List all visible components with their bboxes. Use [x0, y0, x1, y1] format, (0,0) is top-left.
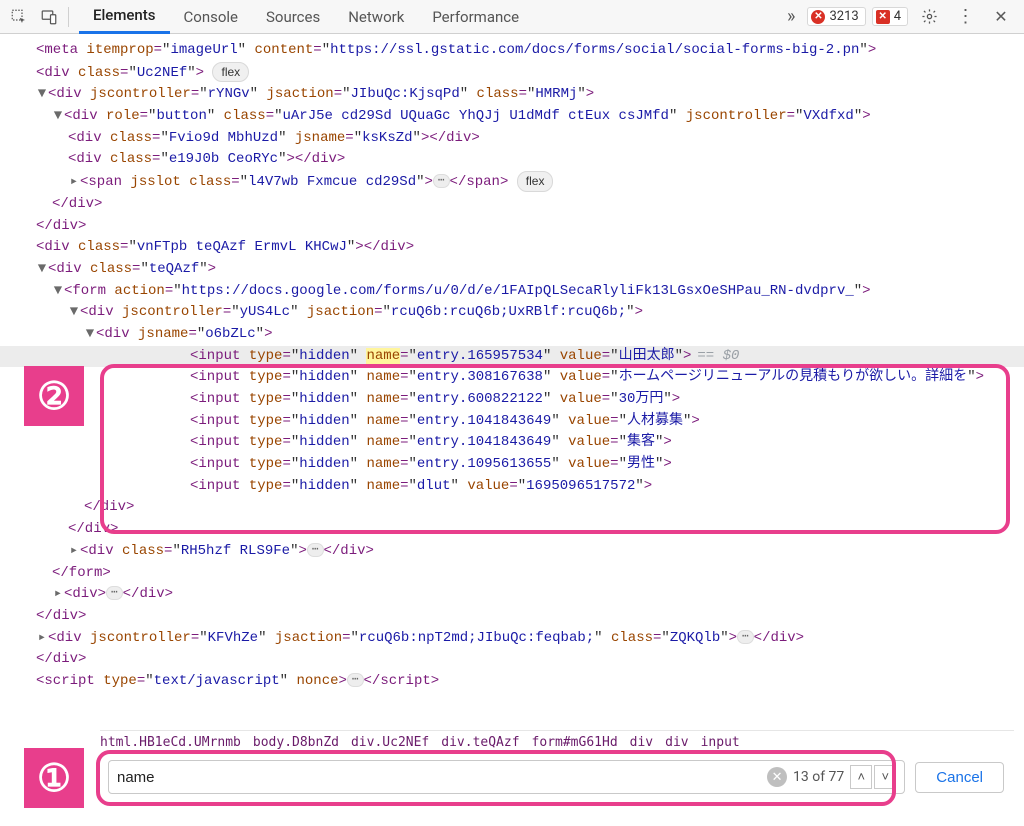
elements-dom-tree[interactable]: <meta itemprop="imageUrl" content="https… — [0, 34, 1024, 693]
dom-node[interactable]: ▼<div role="button" class="uArJ5e cd29Sd… — [0, 106, 1024, 128]
dom-node-close[interactable]: </div> — [0, 216, 1024, 238]
inspect-icon[interactable] — [4, 3, 34, 31]
dom-node-input[interactable]: <input type="hidden" name="entry.1041843… — [0, 411, 1024, 433]
dom-node[interactable]: <div class="e19J0b CeoRYc"></div> — [0, 149, 1024, 171]
devtools-toolbar: Elements Console Sources Network Perform… — [0, 0, 1024, 34]
warn-icon: ✕ — [876, 10, 890, 24]
more-tabs-button[interactable]: » — [781, 6, 801, 27]
search-box: ✕ 13 of 77 ˄ ˅ — [108, 760, 905, 794]
panel-tabs: Elements Console Sources Network Perform… — [79, 0, 533, 34]
dom-node[interactable]: ▼<form action="https://docs.google.com/f… — [0, 281, 1024, 303]
dom-node-close[interactable]: </div> — [0, 519, 1024, 541]
dom-breadcrumb[interactable]: html.HB1eCd.UMrnmbbody.D8bnZddiv.Uc2NEfd… — [100, 730, 1014, 750]
dom-node[interactable]: <div class="Uc2NEf"> flex — [0, 62, 1024, 85]
dom-node-input[interactable]: <input type="hidden" name="dlut" value="… — [0, 476, 1024, 498]
kebab-menu-icon[interactable]: ⋮ — [950, 3, 980, 31]
tab-performance[interactable]: Performance — [418, 0, 533, 34]
dom-node[interactable]: <meta itemprop="imageUrl" content="https… — [0, 40, 1024, 62]
dom-node-input[interactable]: <input type="hidden" name="entry.6008221… — [0, 389, 1024, 411]
dom-node[interactable]: <div class="Fvio9d MbhUzd" jsname="ksKsZ… — [0, 128, 1024, 150]
dom-node-input[interactable]: <input type="hidden" name="entry.1659575… — [0, 346, 1024, 368]
dom-node-input[interactable]: <input type="hidden" name="entry.1095613… — [0, 454, 1024, 476]
tab-sources[interactable]: Sources — [252, 0, 334, 34]
dom-node[interactable]: ▼<div jsname="o6bZLc"> — [0, 324, 1024, 346]
dom-node-input[interactable]: <input type="hidden" name="entry.1041843… — [0, 432, 1024, 454]
search-next-button[interactable]: ˅ — [874, 765, 896, 789]
dom-node-close[interactable]: </form> — [0, 563, 1024, 585]
search-cancel-button[interactable]: Cancel — [915, 762, 1004, 793]
warn-count: 4 — [894, 9, 901, 24]
device-toggle-icon[interactable] — [34, 3, 64, 31]
tab-network[interactable]: Network — [334, 0, 418, 34]
search-bar: ✕ 13 of 77 ˄ ˅ Cancel — [108, 760, 1004, 794]
search-result-count: 13 of 77 — [793, 769, 844, 785]
clear-search-icon[interactable]: ✕ — [767, 767, 787, 787]
dom-node[interactable]: ▸<div class="RH5hzf RLS9Fe">⋯</div> — [0, 541, 1024, 563]
dom-node[interactable]: ▼<div class="teQAzf"> — [0, 259, 1024, 281]
close-devtools-icon[interactable]: ✕ — [986, 3, 1016, 31]
annotation-label-1: ① — [24, 748, 84, 808]
dom-node-close[interactable]: </div> — [0, 606, 1024, 628]
tab-console[interactable]: Console — [170, 0, 253, 34]
dom-node[interactable]: ▸<div>⋯</div> — [0, 584, 1024, 606]
error-count: 3213 — [829, 9, 858, 24]
dom-node[interactable]: <script type="text/javascript" nonce>⋯</… — [0, 671, 1024, 693]
tab-elements[interactable]: Elements — [79, 0, 170, 34]
dom-node-input[interactable]: <input type="hidden" name="entry.3081676… — [0, 367, 1024, 389]
dom-node[interactable]: <div class="vnFTpb teQAzf ErmvL KHCwJ"><… — [0, 237, 1024, 259]
error-count-badge[interactable]: ✕ 3213 — [807, 7, 865, 26]
dom-node[interactable]: ▼<div jscontroller="yUS4Lc" jsaction="rc… — [0, 302, 1024, 324]
dom-node-close[interactable]: </div> — [0, 497, 1024, 519]
search-input[interactable] — [117, 769, 767, 786]
dom-node-close[interactable]: </div> — [0, 649, 1024, 671]
dom-node[interactable]: ▸<span jsslot class="l4V7wb Fxmcue cd29S… — [0, 171, 1024, 194]
search-prev-button[interactable]: ˄ — [850, 765, 872, 789]
dom-node[interactable]: ▸<div jscontroller="KFVhZe" jsaction="rc… — [0, 628, 1024, 650]
dom-node-close[interactable]: </div> — [0, 194, 1024, 216]
dom-node[interactable]: ▼<div jscontroller="rYNGv" jsaction="JIb… — [0, 84, 1024, 106]
warn-count-badge[interactable]: ✕ 4 — [872, 7, 908, 26]
error-icon: ✕ — [811, 10, 825, 24]
settings-icon[interactable] — [914, 3, 944, 31]
